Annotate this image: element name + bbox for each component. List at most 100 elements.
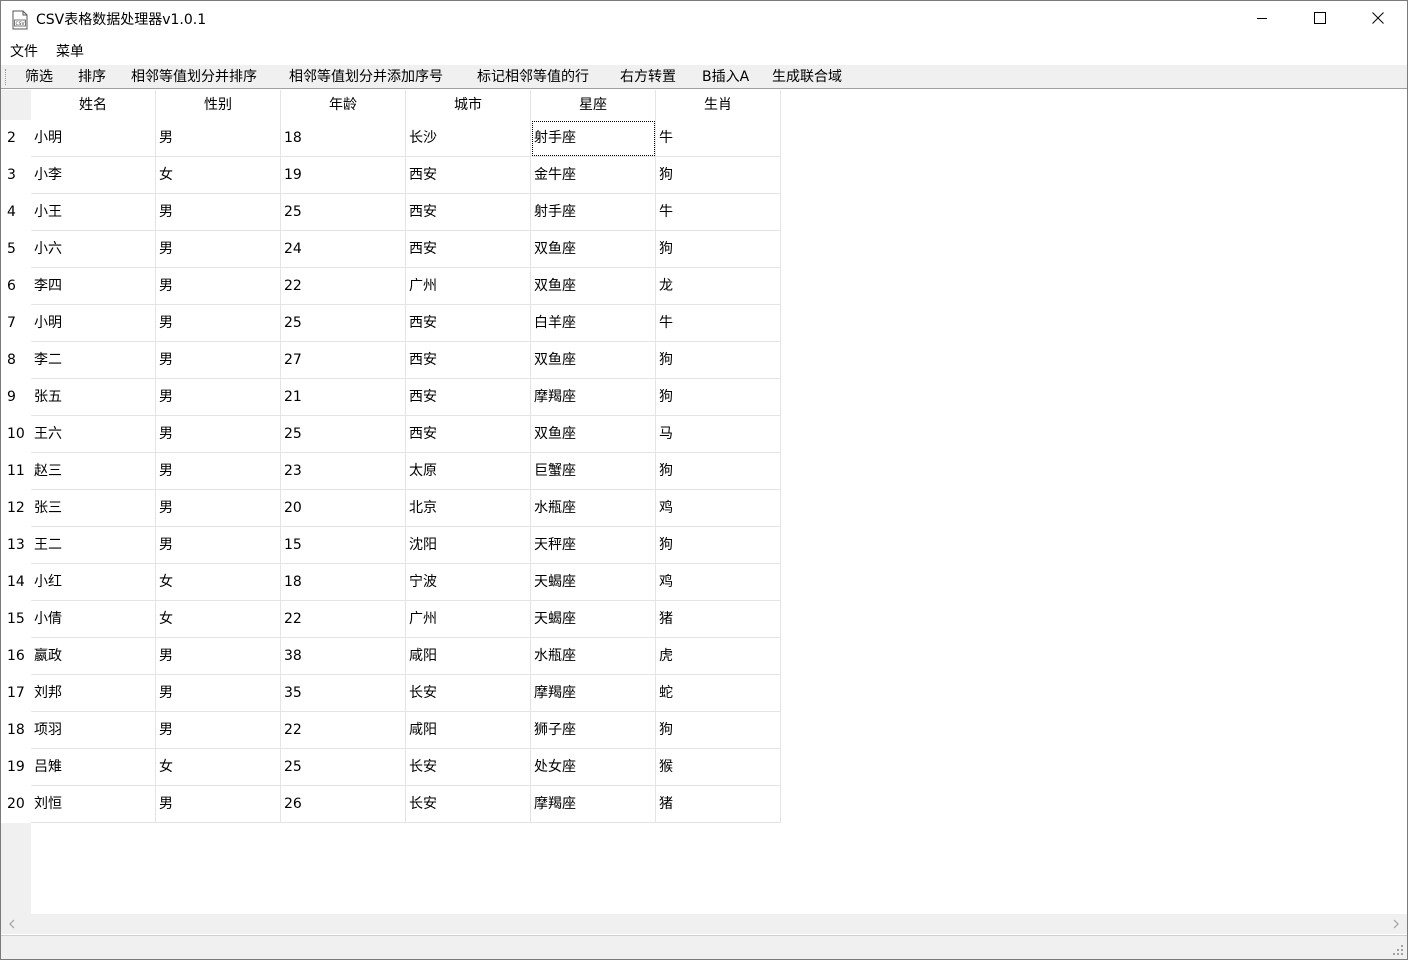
table-cell[interactable]: 狗 [656, 453, 781, 490]
table-cell[interactable]: 马 [656, 416, 781, 453]
table-cell[interactable]: 广州 [406, 601, 531, 638]
table-cell[interactable]: 小李 [31, 157, 156, 194]
data-grid[interactable]: 姓名 性别 年龄 城市 星座 生肖 2 小明男 18 长沙 射手座牛 3 小李女 19 西安 金牛座狗 4 小王… [1, 90, 1407, 914]
minimize-button[interactable] [1233, 1, 1291, 39]
table-cell[interactable]: 水瓶座 [531, 638, 656, 675]
table-cell[interactable]: 女 [156, 564, 281, 601]
table-cell[interactable]: 长安 [406, 675, 531, 712]
table-cell[interactable]: 26 [281, 786, 406, 823]
table-cell[interactable]: 西安 [406, 342, 531, 379]
table-cell[interactable]: 18 [281, 564, 406, 601]
table-cell[interactable]: 21 [281, 379, 406, 416]
column-header[interactable]: 星座 [531, 90, 656, 120]
table-cell[interactable]: 狗 [656, 712, 781, 749]
table-row[interactable]: 9 张五男 21 西安 摩羯座狗 [1, 379, 781, 416]
row-number[interactable]: 6 [1, 268, 31, 305]
column-header[interactable]: 性别 [156, 90, 281, 120]
table-cell[interactable]: 牛 [656, 194, 781, 231]
table-cell[interactable]: 女 [156, 601, 281, 638]
table-cell[interactable]: 西安 [406, 231, 531, 268]
table-row[interactable]: 20 刘恒男 26 长安 摩羯座猪 [1, 786, 781, 823]
table-row[interactable]: 18 项羽男 22 咸阳 狮子座狗 [1, 712, 781, 749]
table-cell[interactable]: 西安 [406, 157, 531, 194]
table-cell[interactable]: 25 [281, 305, 406, 342]
table-row[interactable]: 15 小倩女 22 广州 天蝎座猪 [1, 601, 781, 638]
insert-b-into-a-button[interactable]: B插入A [702, 67, 749, 87]
table-cell[interactable]: 西安 [406, 194, 531, 231]
table-cell[interactable]: 双鱼座 [531, 231, 656, 268]
table-cell[interactable]: 虎 [656, 638, 781, 675]
table-cell[interactable]: 双鱼座 [531, 268, 656, 305]
table-cell[interactable]: 男 [156, 453, 281, 490]
table-cell[interactable]: 王六 [31, 416, 156, 453]
table-row[interactable]: 2 小明男 18 长沙 射手座牛 [1, 120, 781, 157]
table-cell[interactable]: 18 [281, 120, 406, 157]
table-row[interactable]: 14 小红女 18 宁波 天蝎座鸡 [1, 564, 781, 601]
table-cell[interactable]: 西安 [406, 416, 531, 453]
table-cell[interactable]: 22 [281, 601, 406, 638]
table-cell[interactable]: 鸡 [656, 564, 781, 601]
table-cell[interactable]: 38 [281, 638, 406, 675]
table-cell[interactable]: 男 [156, 675, 281, 712]
table-cell[interactable]: 摩羯座 [531, 379, 656, 416]
toolbar-grip-icon[interactable] [5, 69, 8, 85]
table-cell[interactable]: 广州 [406, 268, 531, 305]
row-number[interactable]: 11 [1, 453, 31, 490]
row-number[interactable]: 14 [1, 564, 31, 601]
table-cell[interactable]: 男 [156, 712, 281, 749]
table-cell[interactable]: 刘邦 [31, 675, 156, 712]
table-cell[interactable]: 天蝎座 [531, 564, 656, 601]
table-cell[interactable]: 狗 [656, 527, 781, 564]
table-cell[interactable]: 27 [281, 342, 406, 379]
table-cell[interactable]: 小六 [31, 231, 156, 268]
table-cell[interactable]: 李二 [31, 342, 156, 379]
row-number[interactable]: 9 [1, 379, 31, 416]
row-number[interactable]: 18 [1, 712, 31, 749]
table-cell[interactable]: 男 [156, 786, 281, 823]
table-cell[interactable]: 张三 [31, 490, 156, 527]
table-cell[interactable]: 处女座 [531, 749, 656, 786]
horizontal-scrollbar[interactable] [1, 914, 1407, 934]
table-cell[interactable]: 天秤座 [531, 527, 656, 564]
table-cell[interactable]: 35 [281, 675, 406, 712]
table-cell[interactable]: 小王 [31, 194, 156, 231]
table-cell[interactable]: 男 [156, 379, 281, 416]
table-cell[interactable]: 摩羯座 [531, 786, 656, 823]
table-row[interactable]: 6 李四男 22 广州 双鱼座龙 [1, 268, 781, 305]
table-cell[interactable]: 25 [281, 416, 406, 453]
table-cell[interactable]: 咸阳 [406, 712, 531, 749]
table-row[interactable]: 16 嬴政男 38 咸阳 水瓶座虎 [1, 638, 781, 675]
table-cell[interactable]: 男 [156, 638, 281, 675]
table-cell[interactable]: 小明 [31, 120, 156, 157]
table-cell[interactable]: 牛 [656, 305, 781, 342]
table-cell[interactable]: 李四 [31, 268, 156, 305]
table-row[interactable]: 7 小明男 25 西安 白羊座牛 [1, 305, 781, 342]
table-cell[interactable]: 张五 [31, 379, 156, 416]
table-cell[interactable]: 射手座 [531, 194, 656, 231]
table-cell[interactable]: 射手座 [531, 120, 656, 157]
table-cell[interactable]: 22 [281, 268, 406, 305]
table-cell[interactable]: 咸阳 [406, 638, 531, 675]
transpose-right-button[interactable]: 右方转置 [620, 67, 676, 87]
table-cell[interactable]: 猴 [656, 749, 781, 786]
table-cell[interactable]: 沈阳 [406, 527, 531, 564]
table-cell[interactable]: 嬴政 [31, 638, 156, 675]
group-sort-button[interactable]: 相邻等值划分并排序 [131, 67, 257, 87]
table-cell[interactable]: 25 [281, 194, 406, 231]
table-cell[interactable]: 西安 [406, 379, 531, 416]
table-cell[interactable]: 女 [156, 157, 281, 194]
table-cell[interactable]: 狗 [656, 157, 781, 194]
scroll-left-arrow-icon[interactable] [3, 914, 21, 934]
column-header[interactable]: 年龄 [281, 90, 406, 120]
group-add-index-button[interactable]: 相邻等值划分并添加序号 [289, 67, 443, 87]
table-cell[interactable]: 女 [156, 749, 281, 786]
generate-union-domain-button[interactable]: 生成联合域 [772, 67, 842, 87]
table-cell[interactable]: 北京 [406, 490, 531, 527]
table-cell[interactable]: 狗 [656, 342, 781, 379]
table-cell[interactable]: 男 [156, 231, 281, 268]
close-button[interactable] [1349, 1, 1407, 39]
table-row[interactable]: 3 小李女 19 西安 金牛座狗 [1, 157, 781, 194]
column-header[interactable]: 姓名 [31, 90, 156, 120]
row-number[interactable]: 2 [1, 120, 31, 157]
scroll-right-arrow-icon[interactable] [1387, 914, 1405, 934]
